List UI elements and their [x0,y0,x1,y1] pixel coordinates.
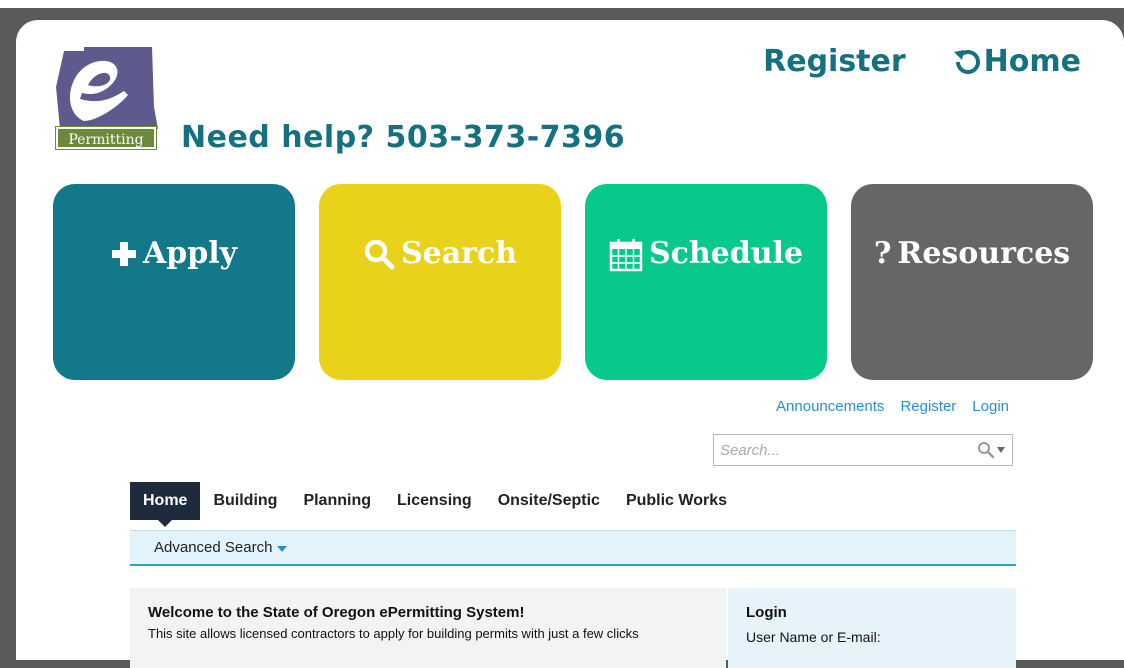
global-search [713,434,1013,466]
tab-home[interactable]: Home [130,482,201,527]
main-nav: Home Building Planning Licensing Onsite/… [130,482,740,527]
tab-public-works[interactable]: Public Works [613,482,740,520]
top-strip [0,0,1124,8]
advanced-search-menu[interactable]: Advanced Search [154,539,288,556]
oregon-logo-icon [56,47,158,129]
tab-planning[interactable]: Planning [290,482,384,520]
search-icon [364,239,395,270]
welcome-text: This site allows licensed contractors to… [148,626,639,641]
welcome-panel: Welcome to the State of Oregon ePermitti… [130,588,726,668]
logo-permitting-label: Permitting [55,126,157,150]
schedule-tile-label: Schedule [648,236,804,271]
search-dropdown-button[interactable] [977,441,1006,459]
sub-nav-bar: Advanced Search [130,530,1016,566]
register-link-label: Register [763,44,906,79]
home-refresh-icon [953,49,980,74]
page-frame: Permitting Need help? 503-373-7396 Regis… [16,20,1124,668]
schedule-tile[interactable]: Schedule [585,184,827,380]
account-register-link[interactable]: Register [900,398,956,415]
username-label: User Name or E-mail: [746,629,881,645]
tab-onsite-septic[interactable]: Onsite/Septic [485,482,613,520]
tab-licensing[interactable]: Licensing [384,482,485,520]
caret-down-icon [277,546,288,552]
plus-icon [111,242,136,266]
announcements-link[interactable]: Announcements [776,398,884,415]
login-link[interactable]: Login [972,398,1009,415]
tab-building[interactable]: Building [200,482,290,520]
advanced-search-label: Advanced Search [154,539,273,556]
resources-tile[interactable]: ? Resources [851,184,1093,380]
search-tile[interactable]: Search [319,184,561,380]
home-link[interactable]: Home [952,44,1081,79]
epermitting-logo[interactable]: Permitting [54,47,160,151]
home-link-label: Home [983,44,1081,79]
top-links: Register Home [763,44,1081,79]
question-icon: ? [873,236,892,271]
help-phone-text: Need help? 503-373-7396 [181,120,626,155]
account-links: Announcements Register Login [776,398,1009,415]
login-panel: Login User Name or E-mail: [728,588,1016,668]
register-link[interactable]: Register [763,44,906,79]
login-title: Login [746,604,787,621]
resources-tile-label: Resources [897,236,1071,271]
apply-tile-label: Apply [142,236,238,271]
search-input[interactable] [714,435,976,465]
calendar-icon [609,239,643,272]
chevron-down-icon [997,447,1005,453]
search-dropdown-icon [978,442,995,459]
welcome-title: Welcome to the State of Oregon ePermitti… [148,604,525,621]
apply-tile[interactable]: Apply [53,184,295,380]
search-tile-label: Search [400,236,518,271]
